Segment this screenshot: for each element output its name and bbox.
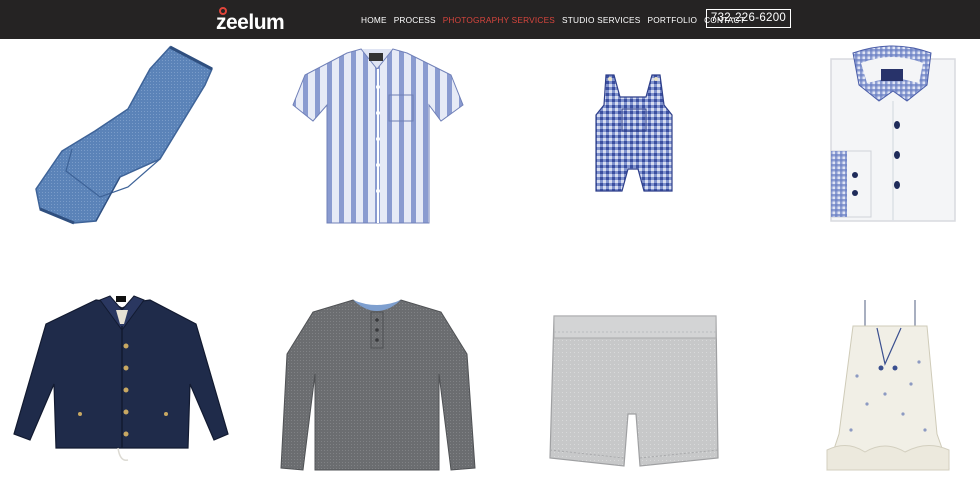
striped-shirt-image bbox=[292, 48, 464, 224]
product-denim-pants[interactable] bbox=[0, 39, 245, 254]
nav-portfolio[interactable]: PORTFOLIO bbox=[648, 15, 698, 25]
product-white-dress-shirt[interactable] bbox=[735, 39, 980, 254]
product-navy-jacket[interactable] bbox=[0, 264, 245, 479]
denim-pants-image bbox=[35, 45, 213, 225]
logo[interactable]: zeelum bbox=[216, 4, 296, 34]
product-white-sundress[interactable] bbox=[735, 264, 980, 479]
logo-text: zeelum bbox=[216, 11, 285, 34]
product-striped-shirt[interactable] bbox=[255, 39, 500, 254]
nav-studio-services[interactable]: STUDIO SERVICES bbox=[562, 15, 640, 25]
phone-button[interactable]: 732-226-6200 bbox=[706, 9, 791, 28]
product-gray-henley[interactable] bbox=[255, 264, 500, 479]
nav-home[interactable]: HOME bbox=[361, 15, 387, 25]
main-nav: HOME PROCESS PHOTOGRAPHY SERVICES STUDIO… bbox=[361, 0, 752, 39]
nav-photography-services[interactable]: PHOTOGRAPHY SERVICES bbox=[443, 15, 555, 25]
nav-process[interactable]: PROCESS bbox=[394, 15, 436, 25]
white-sundress-image bbox=[826, 300, 950, 471]
navy-jacket-image bbox=[13, 295, 229, 461]
gingham-romper-image bbox=[595, 74, 673, 192]
product-gingham-romper[interactable] bbox=[510, 39, 755, 254]
gray-henley-image bbox=[280, 299, 476, 471]
gray-shorts-image bbox=[549, 315, 719, 467]
white-dress-shirt-image bbox=[830, 45, 956, 222]
site-header: zeelum HOME PROCESS PHOTOGRAPHY SERVICES… bbox=[0, 0, 980, 39]
product-gray-shorts[interactable] bbox=[510, 264, 755, 479]
